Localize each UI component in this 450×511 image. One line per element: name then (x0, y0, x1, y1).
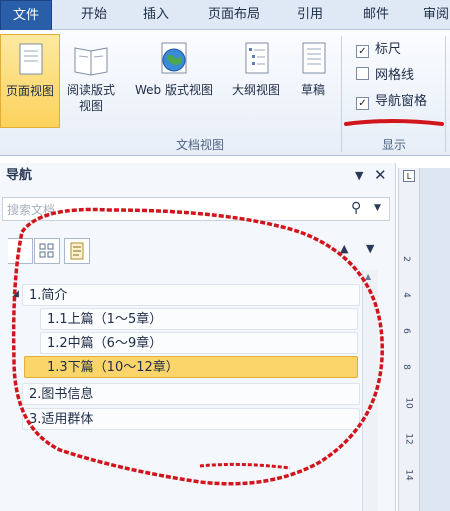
red-annotation-marks (11, 119, 444, 486)
